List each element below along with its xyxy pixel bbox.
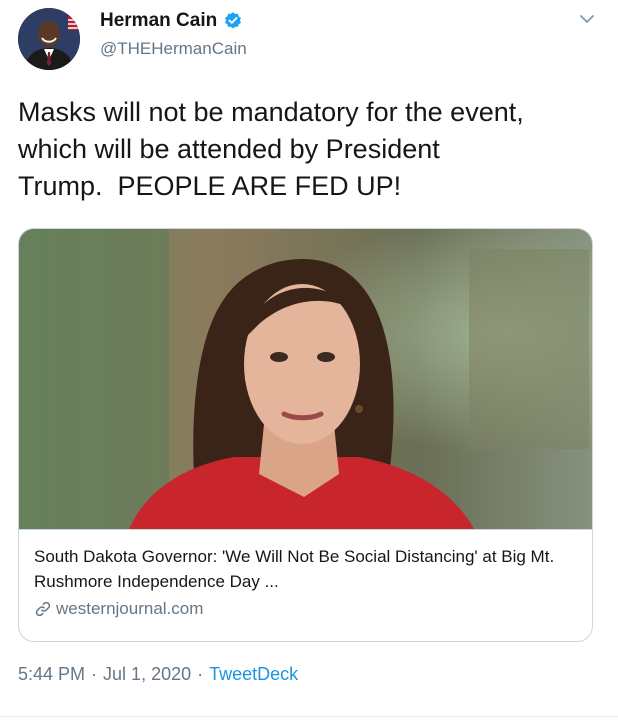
tweet: Herman Cain @THEHermanCain Masks will no… xyxy=(0,0,618,724)
chevron-down-icon[interactable] xyxy=(578,10,596,28)
meta-separator-2: · xyxy=(197,664,204,684)
author-handle[interactable]: @THEHermanCain xyxy=(100,39,247,59)
news-photo-icon xyxy=(19,229,592,529)
card-meta[interactable]: South Dakota Governor: 'We Will Not Be S… xyxy=(19,529,592,641)
card-title[interactable]: South Dakota Governor: 'We Will Not Be S… xyxy=(34,544,582,594)
profile-photo-icon xyxy=(18,8,80,70)
tweet-date[interactable]: Jul 1, 2020 xyxy=(103,664,191,685)
meta-separator: · xyxy=(91,664,98,684)
card-domain-text[interactable]: westernjournal.com xyxy=(56,599,203,619)
link-icon xyxy=(35,601,51,617)
link-card[interactable]: South Dakota Governor: 'We Will Not Be S… xyxy=(18,228,593,642)
display-name[interactable]: Herman Cain xyxy=(100,10,217,32)
divider xyxy=(0,716,618,717)
tweet-text: Masks will not be mandatory for the even… xyxy=(18,97,524,201)
avatar[interactable] xyxy=(18,8,80,70)
tweet-time[interactable]: 5:44 PM xyxy=(18,664,85,685)
card-domain[interactable]: westernjournal.com xyxy=(34,599,203,619)
tweet-meta: 5:44 PM · Jul 1, 2020 · TweetDeck xyxy=(18,664,298,685)
tweet-source[interactable]: TweetDeck xyxy=(209,664,298,685)
verified-badge-icon xyxy=(225,12,242,29)
author-name-row[interactable]: Herman Cain xyxy=(100,10,243,32)
